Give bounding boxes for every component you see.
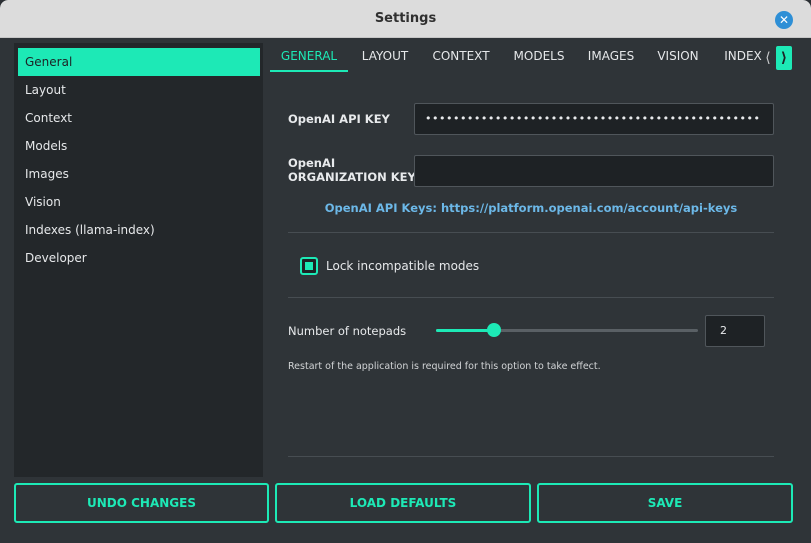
sidebar-item-models[interactable]: Models [18,132,260,160]
lock-incompatible-checkbox[interactable] [300,257,318,275]
notepads-input[interactable]: 2 [705,315,765,347]
tab-models[interactable]: MODELS [506,43,572,72]
window-title: Settings [374,11,437,26]
close-icon[interactable]: ✕ [775,11,793,29]
slider-fill [436,329,494,332]
sidebar-item-vision[interactable]: Vision [18,188,260,216]
notepads-slider[interactable] [436,323,698,337]
tab-general[interactable]: GENERAL [270,43,348,72]
divider [288,456,774,457]
slider-handle[interactable] [486,323,501,337]
load-defaults-button[interactable]: LOAD DEFAULTS [275,483,531,523]
tab-index[interactable]: INDEX [718,43,768,72]
settings-tab-bar: GENERAL LAYOUT CONTEXT MODELS IMAGES VIS… [270,43,794,72]
org-key-label-line2: ORGANIZATION KEY [288,170,416,184]
divider [288,297,774,298]
api-key-input[interactable]: ••••••••••••••••••••••••••••••••••••••••… [414,103,774,135]
org-key-input[interactable] [414,155,774,187]
save-button[interactable]: SAVE [537,483,793,523]
lock-incompatible-label[interactable]: Lock incompatible modes [326,259,479,273]
api-keys-link[interactable]: OpenAI API Keys: https://platform.openai… [288,201,774,215]
restart-hint: Restart of the application is required f… [288,361,601,372]
divider [288,232,774,233]
api-key-label: OpenAI API KEY [288,112,390,126]
sidebar-item-layout[interactable]: Layout [18,76,260,104]
undo-changes-button[interactable]: UNDO CHANGES [14,483,269,523]
check-icon [305,262,313,270]
chevron-left-icon[interactable]: ⟨ [762,46,774,70]
chevron-right-icon[interactable]: ⟩ [776,46,792,70]
org-key-label: OpenAI ORGANIZATION KEY [288,156,416,184]
sidebar-item-indexes[interactable]: Indexes (llama-index) [18,216,260,244]
settings-sidebar: General Layout Context Models Images Vis… [14,43,263,477]
sidebar-item-general[interactable]: General [18,48,260,76]
tab-context[interactable]: CONTEXT [426,43,496,72]
org-key-label-line1: OpenAI [288,156,336,170]
general-settings-panel: OpenAI API KEY •••••••••••••••••••••••••… [270,76,794,477]
notepads-label: Number of notepads [288,324,407,338]
title-bar: Settings ✕ [0,0,811,38]
sidebar-item-context[interactable]: Context [18,104,260,132]
sidebar-item-developer[interactable]: Developer [18,244,260,272]
settings-window: Settings ✕ General Layout Context Models… [0,0,811,543]
tab-vision[interactable]: VISION [650,43,706,72]
tab-images[interactable]: IMAGES [580,43,642,72]
sidebar-item-images[interactable]: Images [18,160,260,188]
tab-layout[interactable]: LAYOUT [352,43,418,72]
